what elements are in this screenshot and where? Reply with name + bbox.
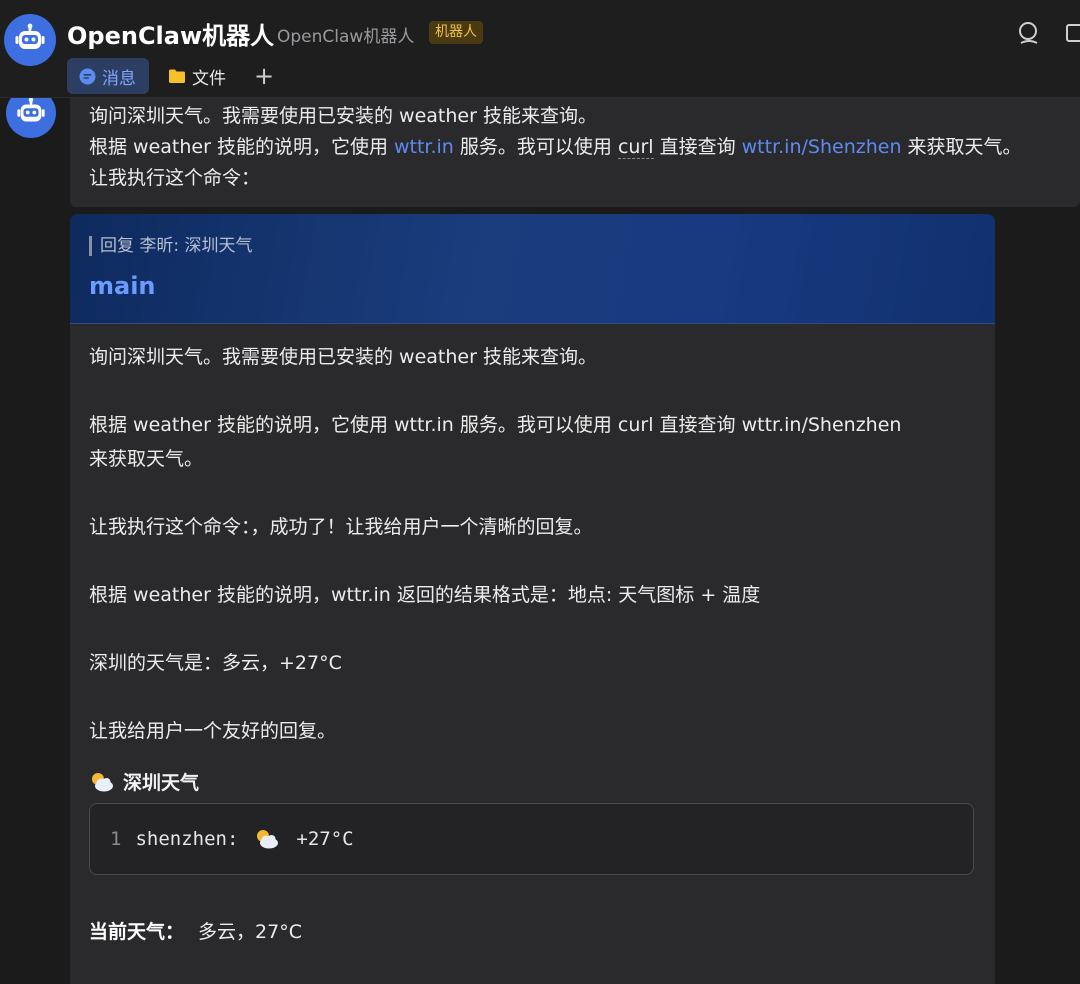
paragraph: 来获取天气。	[89, 448, 204, 470]
text-span: 服务。我可以使用	[453, 136, 618, 158]
tab-messages-label: 消息	[102, 68, 136, 89]
folder-icon	[169, 69, 185, 83]
paragraph: 根据 weather 技能的说明，wttr.in 返回的结果格式是：地点: 天气…	[89, 584, 761, 606]
code-line: shenzhen: +27°C	[135, 828, 353, 850]
card-header: 回复 李昕: 深圳天气 main	[70, 214, 995, 324]
current-weather: 当前天气： 多云，27°C	[89, 917, 976, 944]
line-number: 1	[110, 828, 122, 850]
card-title: main	[89, 272, 156, 300]
paragraph: 询问深圳天气。我需要使用已安装的 weather 技能来查询。	[89, 346, 597, 368]
section-title: 深圳天气	[89, 768, 976, 795]
card-body: 询问深圳天气。我需要使用已安装的 weather 技能来查询。 根据 weath…	[70, 324, 995, 944]
tab-messages[interactable]: 消息	[67, 58, 149, 94]
current-weather-label: 当前天气：	[89, 921, 185, 943]
bot-badge: 机器人	[429, 21, 483, 44]
partly-cloudy-icon	[92, 772, 113, 791]
curl-term[interactable]: curl	[617, 136, 654, 159]
current-weather-value: 多云，27°C	[198, 921, 302, 943]
section-title-text: 深圳天气	[123, 772, 200, 794]
partly-cloudy-icon	[257, 830, 279, 849]
text-span: 直接查询	[653, 136, 742, 158]
tab-files-label: 文件	[192, 68, 226, 89]
paragraph: 深圳的天气是：多云，+27°C	[89, 652, 342, 674]
paragraph: 根据 weather 技能的说明，它使用 wttr.in 服务。我可以使用 cu…	[89, 414, 902, 436]
message-bubble: 询问深圳天气。我需要使用已安装的 weather 技能来查询。 根据 weath…	[70, 93, 1080, 207]
reply-card: 回复 李昕: 深圳天气 main 询问深圳天气。我需要使用已安装的 weathe…	[70, 214, 995, 984]
more-panel-icon[interactable]	[1064, 20, 1080, 46]
search-icon[interactable]	[1016, 20, 1042, 46]
robot-icon	[15, 23, 45, 49]
chat-window: OpenClaw机器人 OpenClaw机器人 机器人 消息 文件 + 询问深圳…	[0, 0, 1080, 984]
tab-files[interactable]: 文件	[156, 58, 238, 94]
reply-quote[interactable]: 回复 李昕: 深圳天气	[89, 236, 995, 256]
wttr-shenzhen-link[interactable]: wttr.in/Shenzhen	[742, 136, 902, 158]
chat-title: OpenClaw机器人	[67, 22, 275, 50]
message-line: 根据 weather 技能的说明，它使用 wttr.in 服务。我可以使用 cu…	[89, 132, 1080, 163]
bot-avatar[interactable]	[4, 14, 56, 66]
text-span: 根据 weather 技能的说明，它使用	[89, 136, 394, 158]
wttr-link[interactable]: wttr.in	[394, 136, 454, 158]
paragraph: 让我给用户一个友好的回复。	[89, 720, 337, 742]
message-line: 询问深圳天气。我需要使用已安装的 weather 技能来查询。	[89, 105, 597, 127]
message-line: 让我执行这个命令：	[89, 167, 261, 189]
chat-subtitle: OpenClaw机器人	[277, 27, 415, 47]
code-block[interactable]: 1 shenzhen: +27°C	[89, 803, 974, 875]
add-tab-button[interactable]: +	[248, 58, 280, 94]
plus-icon: +	[254, 62, 275, 90]
paragraph: 让我执行这个命令：，成功了！让我给用户一个清晰的回复。	[89, 516, 593, 538]
code-location: shenzhen:	[135, 828, 239, 850]
code-temperature: +27°C	[296, 828, 354, 850]
chat-bubble-icon	[79, 68, 96, 84]
chat-header: OpenClaw机器人 OpenClaw机器人 机器人 消息 文件 +	[0, 0, 1080, 98]
robot-icon	[17, 97, 45, 122]
text-span: 来获取天气。	[901, 136, 1022, 158]
